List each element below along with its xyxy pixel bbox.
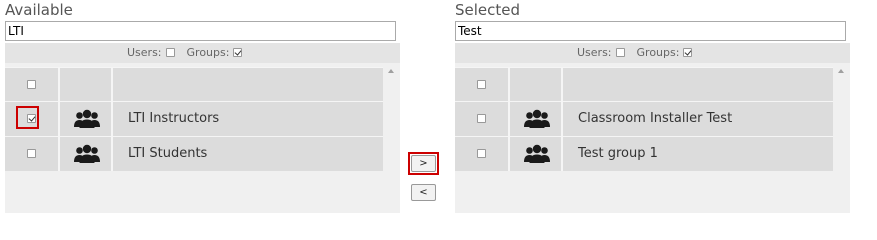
groups-label: Groups: (636, 46, 680, 59)
available-type-filter: Users: Groups: (5, 43, 400, 63)
remove-selected-button[interactable]: < (411, 184, 436, 201)
users-label: Users: (127, 46, 162, 59)
group-icon (524, 144, 550, 163)
select-all-checkbox[interactable] (477, 80, 486, 89)
scroll-up-arrow-icon[interactable] (388, 69, 394, 73)
group-icon (74, 144, 100, 163)
name-column-header (563, 68, 833, 102)
list-item[interactable]: Test group 1 (455, 136, 833, 171)
add-selected-button[interactable]: > (411, 155, 436, 172)
groups-checkbox[interactable] (233, 48, 243, 57)
groups-checkbox[interactable] (683, 48, 693, 57)
list-item[interactable]: LTI Instructors (5, 101, 383, 136)
row-checkbox[interactable] (27, 149, 36, 158)
group-icon (524, 109, 550, 128)
icon-column-header (60, 68, 113, 102)
available-list[interactable]: LTI Instructors LTI Students (5, 63, 400, 213)
row-checkbox[interactable] (477, 114, 486, 123)
selected-scrollbar[interactable] (833, 63, 850, 213)
users-label: Users: (577, 46, 612, 59)
available-scrollbar[interactable] (383, 63, 400, 213)
header-row (455, 67, 833, 102)
selected-type-filter: Users: Groups: (455, 43, 850, 63)
select-all-checkbox[interactable] (27, 80, 36, 89)
row-checkbox[interactable] (477, 149, 486, 158)
row-name: Classroom Installer Test (578, 111, 733, 126)
name-column-header (113, 68, 383, 102)
users-checkbox[interactable] (165, 48, 175, 57)
list-item[interactable]: LTI Students (5, 136, 383, 171)
row-name: LTI Instructors (128, 111, 220, 126)
row-name: LTI Students (128, 146, 208, 161)
scroll-up-arrow-icon[interactable] (838, 69, 844, 73)
groups-label: Groups: (186, 46, 230, 59)
users-checkbox[interactable] (615, 48, 625, 57)
available-title: Available (5, 1, 73, 19)
icon-column-header (510, 68, 563, 102)
group-icon (74, 109, 100, 128)
header-row (5, 67, 383, 102)
available-filter-input[interactable] (5, 21, 396, 41)
highlight-box (16, 106, 39, 129)
selected-filter-input[interactable] (455, 21, 846, 41)
list-item[interactable]: Classroom Installer Test (455, 101, 833, 136)
row-name: Test group 1 (578, 146, 658, 161)
selected-list[interactable]: Classroom Installer Test Test group 1 (455, 63, 850, 213)
selected-title: Selected (455, 1, 521, 19)
